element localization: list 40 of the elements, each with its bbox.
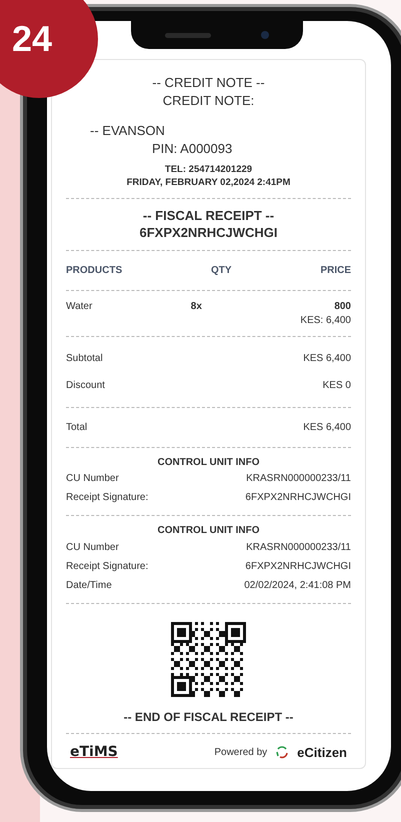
summary-value: KES 0 xyxy=(322,380,351,391)
column-header: QTY xyxy=(211,264,232,276)
info-label: Receipt Signature: xyxy=(66,560,148,572)
receipt-subtitle: CREDIT NOTE: xyxy=(162,92,256,110)
info-value: 6FXPX2NRHCJWCHGI xyxy=(245,492,351,504)
summary-label: Subtotal xyxy=(66,352,103,364)
total-label: Total xyxy=(66,422,88,433)
info-label: CU Number xyxy=(66,542,119,553)
fiscal-receipt-code: 6FXPX2NRHCJWCHGI xyxy=(138,224,278,242)
camera-icon xyxy=(261,31,269,39)
column-header: PRODUCTS xyxy=(66,264,122,276)
summary-label: Discount xyxy=(66,380,105,391)
info-label: Date/Time xyxy=(66,580,112,591)
section-title: CONTROL UNIT INFO xyxy=(156,456,261,470)
section-title: CONTROL UNIT INFO xyxy=(156,524,261,538)
speaker-icon xyxy=(165,32,211,38)
info-label: Receipt Signature: xyxy=(66,492,148,504)
info-value: 02/02/2024, 2:41:08 PM xyxy=(244,580,351,591)
info-value: KRASRN000000233/11 xyxy=(246,473,351,484)
brand-name: eCitizen xyxy=(297,744,347,760)
step-number-badge: 24 xyxy=(0,0,98,98)
fiscal-receipt-title: -- FISCAL RECEIPT -- xyxy=(142,206,276,224)
product-quantity: 8x xyxy=(190,300,202,314)
powered-by-text: Powered by xyxy=(214,746,268,758)
product-name: Water xyxy=(66,300,92,314)
column-header: PRICE xyxy=(320,264,351,276)
telephone: TEL: 254714201229 xyxy=(164,164,254,177)
customer-pin: PIN: A000093 xyxy=(152,141,234,156)
info-label: CU Number xyxy=(66,473,119,484)
info-value: 6FXPX2NRHCJWCHGI xyxy=(245,560,351,572)
receipt-date: FRIDAY, FEBRUARY 02,2024 2:41PM xyxy=(126,176,292,190)
info-value: KRASRN000000233/11 xyxy=(246,542,351,553)
customer-name: -- EVANSON xyxy=(90,123,166,138)
receipt-title: -- CREDIT NOTE -- xyxy=(151,74,266,92)
total-value: KES 6,400 xyxy=(303,422,351,433)
receipt-end-text: -- END OF FISCAL RECEIPT -- xyxy=(122,708,294,725)
brand-logo: eTiMS xyxy=(70,744,118,760)
unit-price: 800 xyxy=(334,300,351,312)
line-amount: KES: 6,400 xyxy=(300,314,351,326)
summary-value: KES 6,400 xyxy=(303,352,351,364)
